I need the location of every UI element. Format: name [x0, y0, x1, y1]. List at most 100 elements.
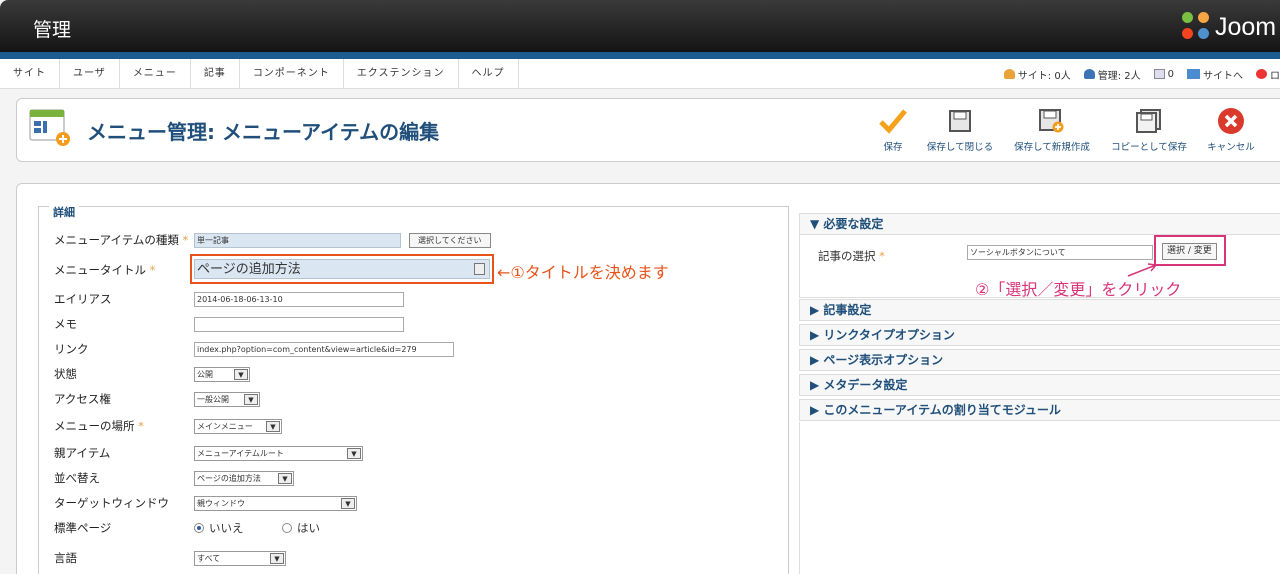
save-copy-label: コピーとして保存: [1111, 142, 1187, 153]
menu-site[interactable]: サイト: [0, 59, 60, 89]
state-label: 状態: [54, 367, 77, 381]
save-copy-button[interactable]: コピーとして保存: [1109, 107, 1189, 153]
menu-location-select[interactable]: メインメニュー ▼: [194, 418, 282, 434]
annotation-title-highlight: [190, 254, 494, 284]
menu-location-label: メニューの場所: [54, 419, 135, 433]
annotation-button-highlight: [1154, 235, 1226, 266]
row-ordering: 並べ替え ページの追加方法 ▼: [54, 468, 794, 488]
joomla-logo-text: Joom: [1215, 12, 1277, 41]
cancel-label: キャンセル: [1207, 142, 1255, 153]
row-language: 言語 すべて ▼: [54, 548, 794, 568]
joomla-logo-icon: [1182, 12, 1212, 42]
menu-extensions[interactable]: エクステンション: [344, 59, 459, 89]
row-alias: エイリアス 2014-06-18-06-13-10: [54, 289, 794, 309]
required-mark: *: [149, 263, 156, 277]
chevron-down-icon: ▼: [278, 472, 292, 484]
details-legend: 詳細: [49, 204, 79, 220]
row-default-page: 標準ページ いいえ はい: [54, 518, 794, 538]
article-settings-toggle[interactable]: ▶ 記事設定: [799, 299, 1280, 321]
annotation-1-text: ←①タイトルを決めます: [497, 263, 669, 282]
copy-icon: [1136, 109, 1161, 133]
page-display-options-toggle[interactable]: ▶ ページ表示オプション: [799, 349, 1280, 371]
access-select[interactable]: 一般公開 ▼: [194, 391, 260, 407]
save-close-label: 保存して閉じる: [926, 142, 994, 153]
chevron-down-icon: ▼: [270, 552, 284, 564]
admin-menubar: サイト ユーザ メニュー 記事 コンポーネント エクステンション ヘルプ サイト…: [0, 59, 1280, 89]
users-icon: [1003, 69, 1015, 79]
row-menu-location: メニューの場所 * メインメニュー ▼: [54, 416, 794, 436]
target-window-select[interactable]: 親ウィンドウ ▼: [194, 495, 357, 511]
logout-icon: [1256, 69, 1267, 79]
status-messages[interactable]: 0: [1153, 69, 1174, 80]
item-type-label: メニューアイテムの種類: [54, 233, 179, 247]
ordering-select[interactable]: ページの追加方法 ▼: [194, 470, 294, 486]
chevron-down-icon: ▼: [244, 393, 258, 405]
chevron-down-icon: ▼: [347, 447, 361, 459]
row-state: 状態 公開 ▼: [54, 364, 794, 384]
radio-unchecked-icon: [282, 523, 292, 533]
right-column-divider: [799, 422, 800, 574]
page-title: メニュー管理: メニューアイテムの編集: [87, 120, 440, 144]
default-no-radio[interactable]: いいえ: [194, 520, 244, 536]
save-button-label: 保存: [883, 142, 903, 153]
default-yes-radio[interactable]: はい: [282, 520, 320, 536]
menu-help[interactable]: ヘルプ: [459, 59, 519, 89]
state-select[interactable]: 公開 ▼: [194, 366, 250, 382]
save-new-label: 保存して新規作成: [1014, 142, 1090, 153]
link-label: リンク: [54, 342, 89, 356]
save-button[interactable]: 保存: [873, 107, 913, 153]
link-type-options-toggle[interactable]: ▶ リンクタイプオプション: [799, 324, 1280, 346]
access-label: アクセス権: [54, 392, 111, 406]
ordering-label: 並べ替え: [54, 471, 100, 485]
toolbar-panel: メニュー管理: メニューアイテムの編集 保存 保存して閉じる 保存して新規作成 …: [16, 98, 1280, 162]
menu-components[interactable]: コンポーネント: [240, 59, 344, 89]
admin-users-icon: [1083, 69, 1095, 79]
note-input[interactable]: [194, 316, 404, 332]
row-target-window: ターゲットウィンドウ 親ウィンドウ ▼: [54, 493, 794, 513]
row-access: アクセス権 一般公開 ▼: [54, 389, 794, 409]
monitor-icon: [1187, 69, 1200, 79]
row-item-type: メニューアイテムの種類 * 単一記事 選択してください: [54, 230, 794, 250]
close-icon: [1218, 108, 1244, 134]
save-close-button[interactable]: 保存して閉じる: [921, 107, 999, 153]
main-panel: 詳細 メニューアイテムの種類 * 単一記事 選択してください メニュータイトル …: [16, 183, 1280, 574]
menu-manager-icon: [29, 109, 70, 146]
status-site-users: サイト: 0人: [1003, 67, 1071, 82]
required-mark: *: [182, 233, 189, 247]
status-bar: サイト: 0人 管理: 2人 0 サイトへ ロ: [1003, 59, 1280, 89]
menu-users[interactable]: ユーザ: [60, 59, 120, 89]
joomla-logo[interactable]: Joom: [1182, 12, 1276, 42]
select-type-button[interactable]: 選択してください: [409, 232, 491, 248]
row-link: リンク index.php?option=com_content&view=ar…: [54, 339, 794, 359]
metadata-settings-toggle[interactable]: ▶ メタデータ設定: [799, 374, 1280, 396]
check-icon: [879, 109, 907, 134]
menu-menus[interactable]: メニュー: [120, 59, 191, 89]
alias-input[interactable]: 2014-06-18-06-13-10: [194, 291, 404, 307]
target-window-label: ターゲットウィンドウ: [54, 496, 169, 510]
required-mark: *: [879, 249, 885, 263]
radio-checked-icon: [194, 523, 204, 533]
module-assignment-toggle[interactable]: ▶ このメニューアイテムの割り当てモジュール: [799, 399, 1280, 421]
header-strip: [0, 52, 1280, 59]
item-type-field: 単一記事: [194, 232, 401, 248]
alias-label: エイリアス: [54, 292, 112, 306]
chevron-down-icon: ▼: [234, 368, 248, 380]
required-settings-toggle[interactable]: ▼ 必要な設定: [799, 213, 1280, 235]
parent-select[interactable]: メニューアイテムルート ▼: [194, 445, 363, 461]
menu-articles[interactable]: 記事: [191, 59, 240, 89]
default-page-label: 標準ページ: [54, 521, 112, 535]
article-field: ソーシャルボタンについて: [967, 245, 1153, 260]
note-label: メモ: [54, 317, 77, 331]
chevron-down-icon: ▼: [341, 497, 355, 509]
mail-icon: [1153, 69, 1165, 79]
admin-header: 管理 Joom: [0, 0, 1280, 52]
floppy-add-icon: [1039, 109, 1064, 133]
language-select[interactable]: すべて ▼: [194, 550, 286, 566]
view-site-link[interactable]: サイトへ: [1187, 67, 1243, 82]
logout-link[interactable]: ロ: [1256, 67, 1280, 82]
annotation-2-text: ②「選択／変更」をクリック: [975, 280, 1182, 299]
cancel-button[interactable]: キャンセル: [1203, 107, 1259, 153]
language-label: 言語: [54, 551, 77, 565]
save-new-button[interactable]: 保存して新規作成: [1007, 107, 1097, 153]
required-mark: *: [138, 419, 144, 433]
